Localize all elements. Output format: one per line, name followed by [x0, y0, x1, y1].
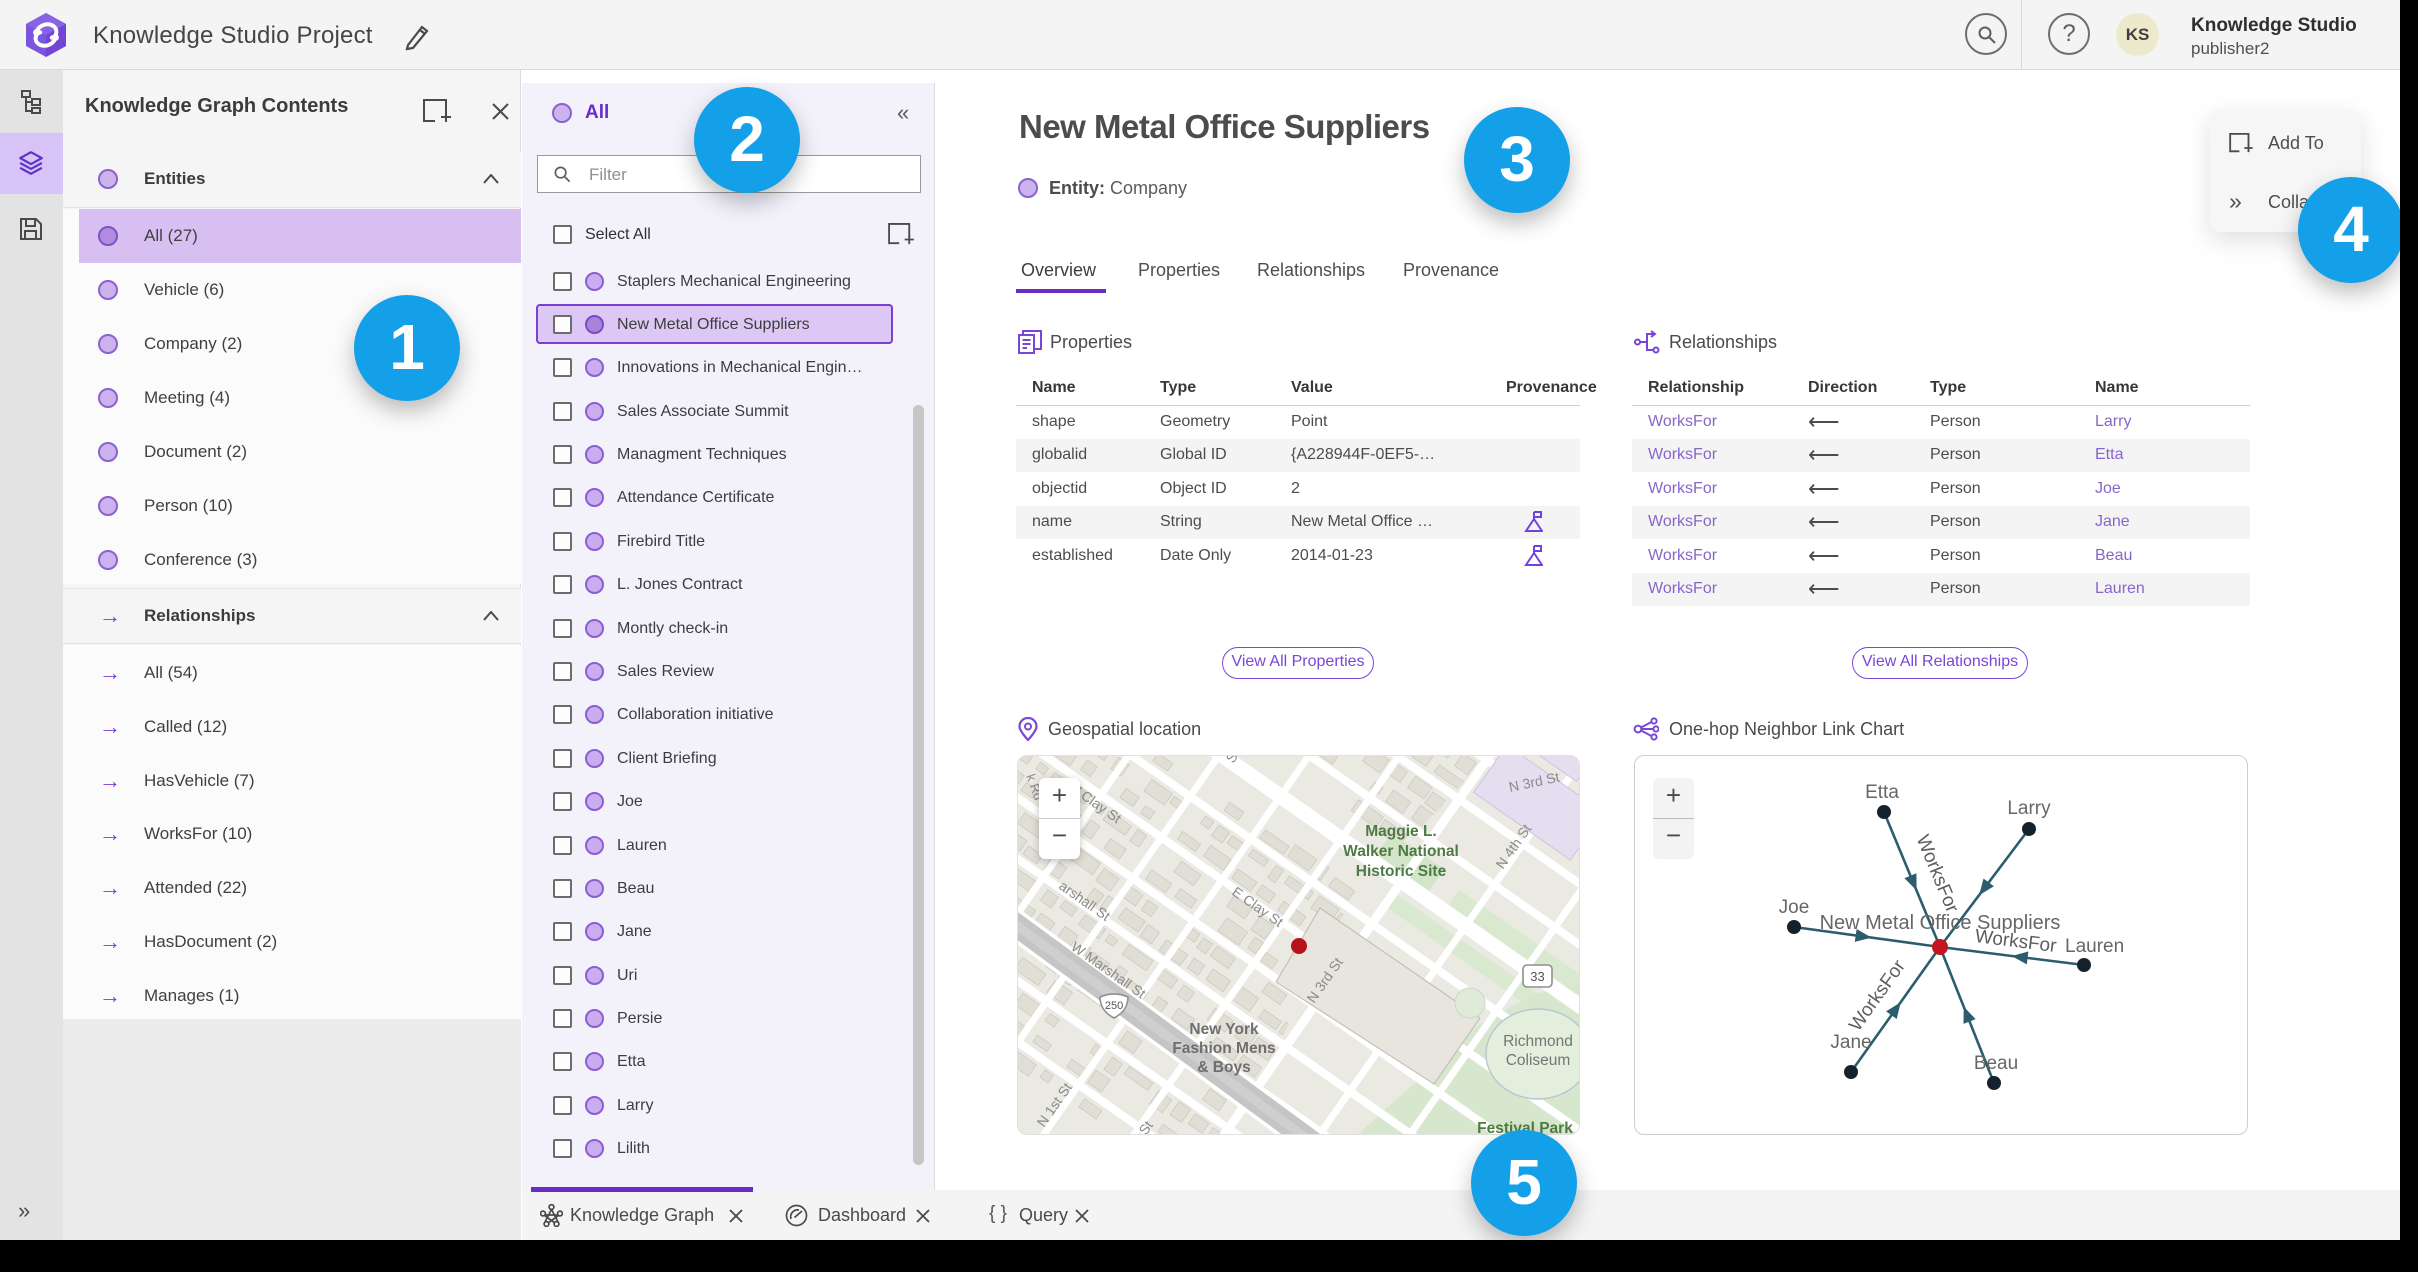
svg-text:Maggie L.: Maggie L.: [1365, 823, 1436, 840]
svg-text:New York: New York: [1189, 1021, 1259, 1038]
svg-text:33: 33: [1530, 969, 1544, 984]
svg-text:Etta: Etta: [1865, 782, 1899, 803]
svg-text:Jane: Jane: [1830, 1032, 1871, 1053]
svg-text:Lauren: Lauren: [2065, 936, 2124, 957]
svg-text:Larry: Larry: [2007, 798, 2051, 819]
svg-text:Historic Site: Historic Site: [1356, 863, 1447, 880]
svg-text:Beau: Beau: [1974, 1053, 2018, 1074]
svg-text:WorksFor: WorksFor: [1912, 832, 1963, 916]
svg-text:Joe: Joe: [1779, 897, 1810, 918]
svg-text:New Metal Office Suppliers: New Metal Office Suppliers: [1820, 912, 2061, 934]
svg-text:& Boys: & Boys: [1197, 1059, 1250, 1076]
svg-text:Coliseum: Coliseum: [1506, 1052, 1571, 1069]
svg-text:Walker National: Walker National: [1343, 843, 1459, 860]
svg-text:WorksFor: WorksFor: [1845, 956, 1910, 1035]
svg-text:250: 250: [1105, 1000, 1123, 1012]
svg-text:Fashion Mens: Fashion Mens: [1172, 1040, 1275, 1057]
svg-text:Richmond: Richmond: [1503, 1033, 1573, 1050]
